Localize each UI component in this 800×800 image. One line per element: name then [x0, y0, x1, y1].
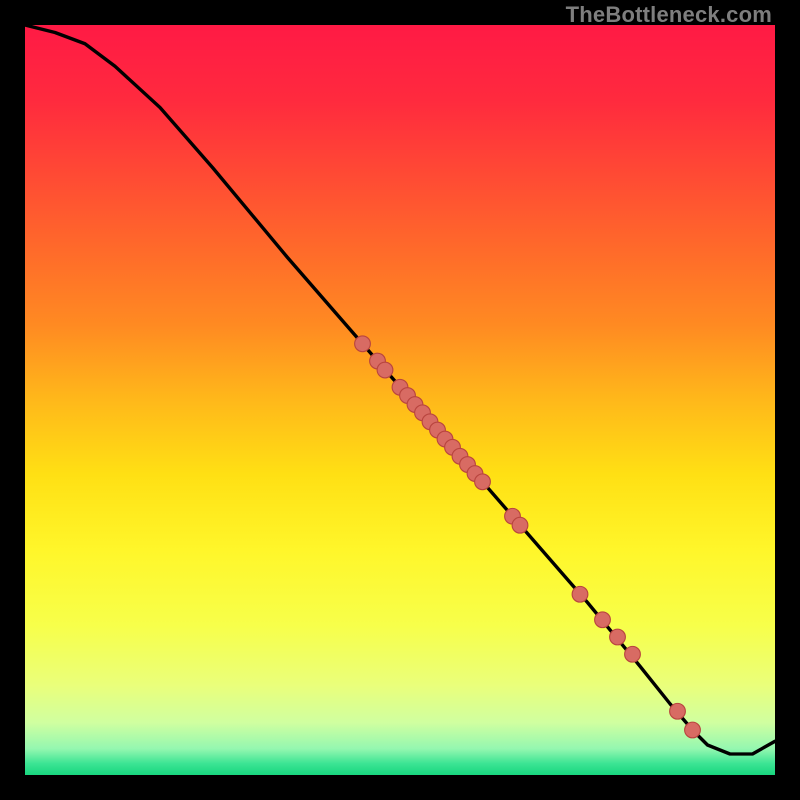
data-marker — [610, 629, 626, 645]
data-marker — [355, 336, 371, 352]
data-marker — [595, 612, 611, 628]
chart-stage: TheBottleneck.com — [0, 0, 800, 800]
data-marker — [572, 586, 588, 602]
data-marker — [377, 362, 393, 378]
plot-area — [25, 25, 775, 775]
data-marker — [512, 517, 528, 533]
data-marker — [625, 646, 641, 662]
curve-layer — [25, 25, 775, 775]
data-marker — [475, 474, 491, 490]
data-marker — [670, 703, 686, 719]
data-marker — [685, 722, 701, 738]
